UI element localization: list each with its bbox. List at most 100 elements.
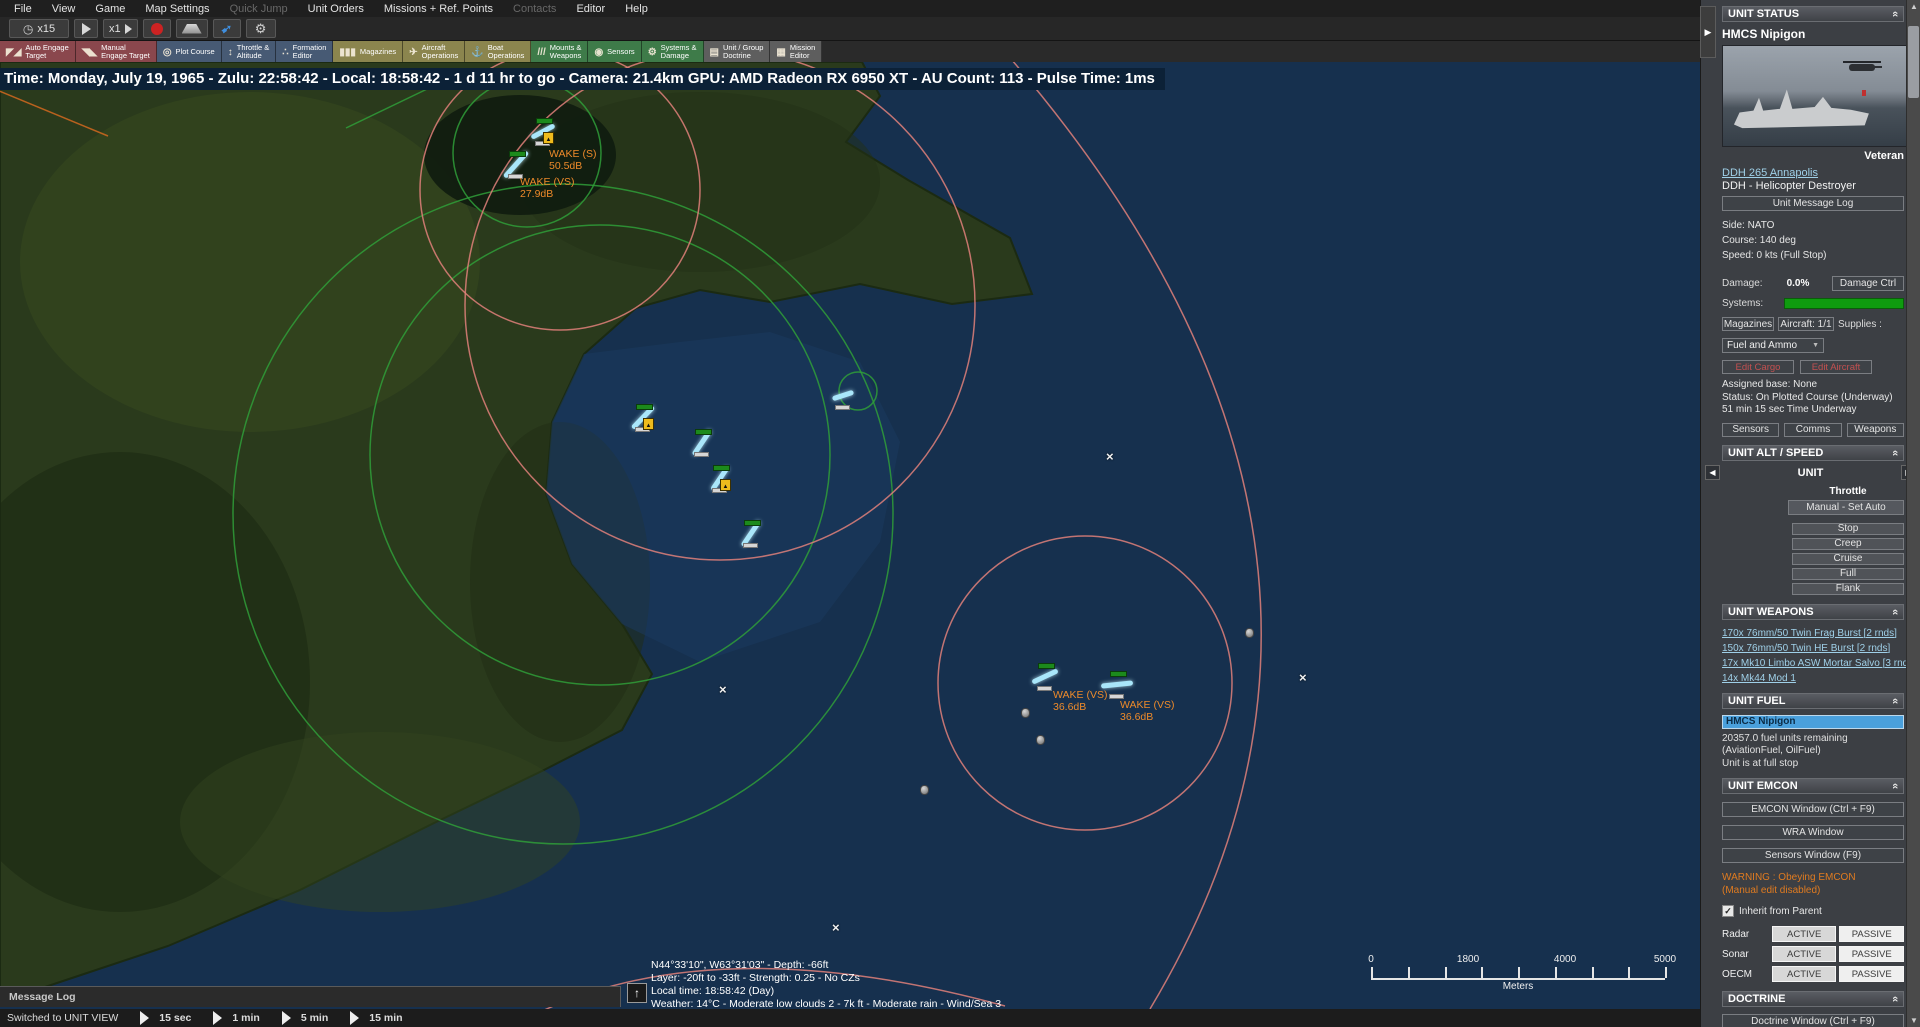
fuel-selected-unit[interactable]: HMCS Nipigon bbox=[1722, 715, 1904, 729]
toolbar-mission-editor[interactable]: ▦MissionEditor bbox=[770, 41, 822, 63]
scroll-down-icon[interactable]: ▼ bbox=[1907, 1016, 1920, 1025]
map-viewport[interactable]: Time: Monday, July 19, 1965 - Zulu: 22:5… bbox=[0, 62, 1700, 1009]
time-step-1-min[interactable]: 1 min bbox=[232, 1012, 259, 1024]
time-step-5-min[interactable]: 5 min bbox=[301, 1012, 328, 1024]
edit-aircraft-button[interactable]: Edit Aircraft bbox=[1800, 360, 1872, 374]
time-step-15-min[interactable]: 15 min bbox=[369, 1012, 402, 1024]
throttle-cruise-button[interactable]: Cruise bbox=[1792, 553, 1904, 565]
emcon-oecm-active-button[interactable]: ACTIVE bbox=[1772, 966, 1837, 982]
damage-ctrl-button[interactable]: Damage Ctrl bbox=[1832, 276, 1904, 291]
toolbar-systems--damage[interactable]: ⚙Systems &Damage bbox=[642, 41, 704, 63]
panel-scrollbar[interactable]: ▲ ▼ bbox=[1906, 0, 1920, 1027]
toolbar-sensors[interactable]: ◉Sensors bbox=[588, 41, 641, 63]
toolbar-plot-course[interactable]: ◎Plot Course bbox=[157, 41, 222, 63]
toolbar-throttle--altitude[interactable]: ↕Throttle &Altitude bbox=[222, 41, 277, 63]
emcon-window-button[interactable]: EMCON Window (Ctrl + F9) bbox=[1722, 802, 1904, 817]
play-step-icon[interactable] bbox=[350, 1011, 359, 1025]
weapon-link[interactable]: 14x Mk44 Mod 1 bbox=[1722, 673, 1904, 684]
unit-emcon-header[interactable]: UNIT EMCON« bbox=[1722, 778, 1904, 794]
menu-item-map-settings[interactable]: Map Settings bbox=[135, 2, 219, 16]
reference-point-cross[interactable]: × bbox=[1106, 449, 1114, 464]
menu-item-unit-orders[interactable]: Unit Orders bbox=[298, 2, 374, 16]
message-log-bar[interactable]: Message Log bbox=[0, 986, 621, 1007]
unit-alt-speed-header[interactable]: UNIT ALT / SPEED« bbox=[1722, 445, 1904, 461]
record-button[interactable] bbox=[143, 19, 171, 38]
menu-item-file[interactable]: File bbox=[4, 2, 42, 16]
edit-cargo-button[interactable]: Edit Cargo bbox=[1722, 360, 1794, 374]
comms-button[interactable]: Comms bbox=[1784, 423, 1841, 437]
toolbar-auto-engage-target[interactable]: ◤◢Auto EngageTarget bbox=[0, 41, 76, 63]
throttle-stop-button[interactable]: Stop bbox=[1792, 523, 1904, 535]
toolbar-manual-engage-target[interactable]: ◥◣ManualEngage Target bbox=[76, 41, 157, 63]
reference-point-cross[interactable]: × bbox=[832, 920, 840, 935]
unit-status-header[interactable]: UNIT STATUS« bbox=[1722, 6, 1904, 22]
reference-point-cross[interactable]: × bbox=[719, 682, 727, 697]
play-button[interactable] bbox=[74, 19, 98, 38]
contact-label: WAKE (S)50.5dB bbox=[549, 148, 596, 172]
toolbar-aircraft-operations[interactable]: ✈AircraftOperations bbox=[403, 41, 465, 63]
emcon-sonar-active-button[interactable]: ACTIVE bbox=[1772, 946, 1837, 962]
emcon-radar-passive-button[interactable]: PASSIVE bbox=[1839, 926, 1904, 942]
toolbar-formation-editor[interactable]: ∴FormationEditor bbox=[276, 41, 333, 63]
plot-course-icon: ◎ bbox=[163, 47, 172, 58]
unit-weapons-header[interactable]: UNIT WEAPONS« bbox=[1722, 604, 1904, 620]
play-step-icon[interactable] bbox=[213, 1011, 222, 1025]
emcon-sonar-passive-button[interactable]: PASSIVE bbox=[1839, 946, 1904, 962]
menu-item-missions-ref-points[interactable]: Missions + Ref. Points bbox=[374, 2, 503, 16]
inherit-checkbox[interactable]: ✓ bbox=[1722, 905, 1734, 917]
play-step-icon[interactable] bbox=[282, 1011, 291, 1025]
weapon-link[interactable]: 170x 76mm/50 Twin Frag Burst [2 rnds] bbox=[1722, 628, 1904, 639]
menu-item-editor[interactable]: Editor bbox=[566, 2, 615, 16]
play-step-icon[interactable] bbox=[140, 1011, 149, 1025]
sonobuoy-icon[interactable] bbox=[1036, 735, 1045, 745]
settings-button[interactable]: ⚙ bbox=[246, 19, 276, 38]
unit-message-log-button[interactable]: Unit Message Log bbox=[1722, 196, 1904, 211]
menu-item-help[interactable]: Help bbox=[615, 2, 658, 16]
unit-class-link[interactable]: DDH 265 Annapolis bbox=[1722, 167, 1904, 179]
supplies-select[interactable]: Fuel and Ammo ▼ bbox=[1722, 338, 1824, 353]
toolbar-unit-group-doctrine[interactable]: ▤Unit / GroupDoctrine bbox=[704, 41, 771, 63]
toolbar-mounts--weapons[interactable]: ///Mounts &Weapons bbox=[531, 41, 588, 63]
throttle-flank-button[interactable]: Flank bbox=[1792, 583, 1904, 595]
emcon-radar-active-button[interactable]: ACTIVE bbox=[1772, 926, 1837, 942]
unit-fuel-header[interactable]: UNIT FUEL« bbox=[1722, 693, 1904, 709]
sensors-button[interactable]: Sensors bbox=[1722, 423, 1779, 437]
time-step-15-sec[interactable]: 15 sec bbox=[159, 1012, 191, 1024]
ship-silhouette bbox=[1734, 84, 1873, 130]
sonobuoy-icon[interactable] bbox=[920, 785, 929, 795]
emcon-oecm-passive-button[interactable]: PASSIVE bbox=[1839, 966, 1904, 982]
reference-point-cross[interactable]: × bbox=[1299, 670, 1307, 685]
magazines-icon: ▮▮▮ bbox=[339, 47, 356, 58]
menu-item-view[interactable]: View bbox=[42, 2, 86, 16]
helicopter-silhouette bbox=[1849, 64, 1875, 71]
doctrine-header[interactable]: DOCTRINE« bbox=[1722, 991, 1904, 1007]
step-button[interactable]: x1 bbox=[103, 19, 138, 38]
doctrine-window-button[interactable]: Doctrine Window (Ctrl + F9) bbox=[1722, 1014, 1904, 1027]
collapse-chevron-icon: « bbox=[1889, 697, 1901, 703]
sensors-window-button[interactable]: Sensors Window (F9) bbox=[1722, 848, 1904, 863]
menu-item-game[interactable]: Game bbox=[85, 2, 135, 16]
prev-unit-button[interactable]: ◀ bbox=[1705, 465, 1720, 480]
weapon-link[interactable]: 17x Mk10 Limbo ASW Mortar Salvo [3 rnds] bbox=[1722, 658, 1904, 669]
wra-window-button[interactable]: WRA Window bbox=[1722, 825, 1904, 840]
scroll-up-icon[interactable]: ▲ bbox=[1907, 2, 1920, 11]
expand-info-icon[interactable]: ↑ bbox=[627, 983, 647, 1003]
toolbar-boat-operations[interactable]: ⚓BoatOperations bbox=[465, 41, 531, 63]
scrollbar-thumb[interactable] bbox=[1908, 26, 1919, 98]
weapons-button[interactable]: Weapons bbox=[1847, 423, 1904, 437]
sonobuoy-icon[interactable] bbox=[1021, 708, 1030, 718]
gear-icon: ⚙ bbox=[255, 21, 267, 37]
panel-collapse-button[interactable]: ▶ bbox=[1700, 6, 1716, 58]
jump-to-location-button[interactable]: ➹ bbox=[213, 19, 241, 38]
magazines-button[interactable]: Magazines bbox=[1722, 317, 1774, 331]
throttle-creep-button[interactable]: Creep bbox=[1792, 538, 1904, 550]
aircraft-button[interactable]: Aircraft: 1/1 bbox=[1778, 317, 1834, 331]
time-compression-button[interactable]: ◷ x15 bbox=[9, 19, 69, 38]
contact-name-tag bbox=[713, 465, 730, 471]
toolbar-magazines[interactable]: ▮▮▮Magazines bbox=[333, 41, 403, 63]
sonobuoy-icon[interactable] bbox=[1245, 628, 1254, 638]
manual-set-auto-button[interactable]: Manual - Set Auto bbox=[1788, 500, 1904, 515]
throttle-full-button[interactable]: Full bbox=[1792, 568, 1904, 580]
weapon-link[interactable]: 150x 76mm/50 Twin HE Burst [2 rnds] bbox=[1722, 643, 1904, 654]
recorder-view-button[interactable] bbox=[176, 19, 208, 38]
